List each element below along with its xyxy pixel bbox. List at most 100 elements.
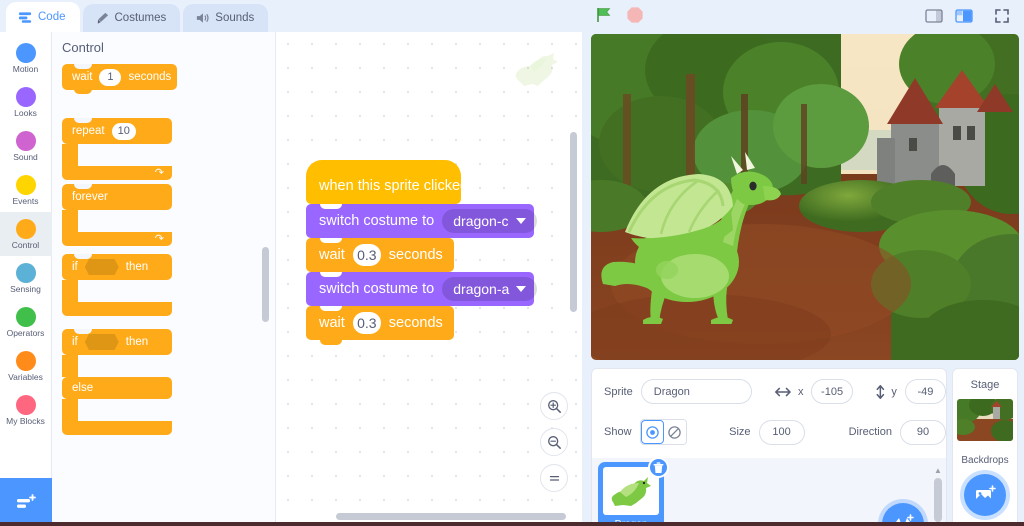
sprite-name-input[interactable]: Dragon: [640, 379, 753, 404]
stage-size-controls: [920, 3, 1016, 29]
scratch-editor: Code Costumes Sounds Motion Looks Sound …: [0, 0, 1024, 526]
sprite-card-dragon[interactable]: Dragon: [600, 457, 669, 526]
palette-title: Control: [62, 40, 104, 55]
if-c-arm: [62, 280, 78, 302]
category-my-blocks-label: My Blocks: [6, 415, 45, 426]
category-motion[interactable]: Motion: [0, 36, 52, 80]
canvas-vertical-scrollbar[interactable]: [570, 132, 577, 312]
tab-costumes-label: Costumes: [114, 12, 167, 24]
category-variables[interactable]: Variables: [0, 344, 52, 388]
category-events[interactable]: Events: [0, 168, 52, 212]
tab-costumes[interactable]: Costumes: [82, 4, 181, 32]
wait-value-1[interactable]: 0.3: [352, 244, 381, 266]
block-switch-costume-2[interactable]: switch costume to dragon-a: [306, 272, 538, 306]
scroll-up-arrow-icon[interactable]: ▲: [934, 466, 942, 475]
stage-selector[interactable]: Stage Backdrops: [952, 368, 1018, 526]
switch-costume-label: switch costume to: [319, 213, 435, 229]
stop-sign-icon[interactable]: [626, 6, 644, 24]
large-stage-icon: [955, 9, 973, 23]
palette-block-if-else[interactable]: if then else: [62, 329, 172, 435]
code-canvas[interactable]: when this sprite clicked switch costume …: [276, 32, 582, 526]
costume-dropdown-2[interactable]: dragon-a: [442, 277, 538, 301]
tab-sounds[interactable]: Sounds: [183, 4, 269, 32]
palette-block-if-then[interactable]: if then: [62, 254, 172, 316]
if-else-condition-slot[interactable]: [84, 334, 119, 350]
y-axis-icon: [876, 384, 884, 399]
sprite-list-scroll-thumb[interactable]: [934, 478, 942, 522]
brush-icon: [97, 12, 108, 24]
wait-seconds-2: seconds: [388, 315, 443, 331]
seconds-label: seconds: [128, 71, 172, 83]
then-label: then: [125, 336, 149, 348]
script-stack[interactable]: when this sprite clicked switch costume …: [306, 160, 538, 345]
small-stage-button[interactable]: [920, 3, 948, 29]
if-label: if: [72, 336, 78, 348]
dragon-sprite[interactable]: [595, 134, 795, 324]
control-color-dot: [15, 218, 36, 239]
direction-value-input[interactable]: 90: [899, 419, 946, 445]
if-condition-slot[interactable]: [84, 259, 119, 275]
else-row: else: [62, 377, 172, 399]
block-wait-2[interactable]: wait 0.3 seconds: [306, 306, 454, 345]
editor-tabs: Code Costumes Sounds: [6, 2, 271, 32]
zoom-reset-button[interactable]: [540, 464, 568, 492]
delete-sprite-button[interactable]: [648, 457, 669, 478]
category-my-blocks[interactable]: My Blocks: [0, 388, 52, 432]
wait-value-2[interactable]: 0.3: [352, 312, 381, 334]
tab-code[interactable]: Code: [6, 2, 80, 32]
my-blocks-color-dot: [15, 394, 36, 415]
small-stage-icon: [925, 9, 943, 23]
show-visible-button[interactable]: [640, 420, 664, 444]
x-label: x: [797, 385, 804, 398]
category-variables-label: Variables: [8, 371, 43, 382]
size-value-input[interactable]: 100: [758, 419, 805, 445]
wait-value-input[interactable]: 1: [99, 68, 122, 86]
zoom-in-icon: [547, 399, 561, 413]
category-motion-label: Motion: [12, 63, 39, 74]
block-palette[interactable]: Control wait 1 seconds repeat 10 ↷ forev…: [52, 32, 276, 526]
stage[interactable]: [591, 34, 1019, 360]
repeat-label: repeat: [72, 125, 105, 137]
category-sound[interactable]: Sound: [0, 124, 52, 168]
show-toggle-group: [639, 419, 688, 445]
block-when-sprite-clicked[interactable]: when this sprite clicked: [306, 160, 468, 204]
zoom-in-button[interactable]: [540, 392, 568, 420]
speaker-icon: [197, 13, 209, 23]
sprite-list-scrollbar[interactable]: ▲ ▼: [934, 466, 942, 526]
green-flag-icon[interactable]: [594, 5, 614, 25]
if-c-foot: [62, 302, 172, 316]
costume-value-2: dragon-a: [453, 281, 510, 297]
canvas-horizontal-scrollbar[interactable]: [336, 513, 566, 520]
add-extension-button[interactable]: [0, 478, 52, 526]
show-hidden-button[interactable]: [663, 420, 687, 444]
when-sprite-clicked-label: when this sprite clicked: [319, 178, 469, 194]
add-extension-icon: [17, 494, 36, 508]
palette-block-forever[interactable]: forever ↷: [62, 184, 172, 246]
eye-crossed-icon: [668, 425, 682, 439]
fullscreen-button[interactable]: [988, 3, 1016, 29]
repeat-value-input[interactable]: 10: [111, 122, 136, 140]
category-sensing[interactable]: Sensing: [0, 256, 52, 300]
block-wait-1[interactable]: wait 0.3 seconds: [306, 238, 454, 272]
forever-label: forever: [72, 191, 108, 203]
large-stage-button[interactable]: [950, 3, 978, 29]
add-backdrop-button[interactable]: [964, 474, 1006, 516]
forever-c-foot: ↷: [62, 232, 172, 246]
y-value-input[interactable]: -49: [904, 379, 946, 404]
else-label: else: [72, 382, 94, 394]
block-switch-costume-1[interactable]: switch costume to dragon-c: [306, 204, 537, 238]
palette-scrollbar[interactable]: [262, 247, 269, 322]
palette-block-wait[interactable]: wait 1 seconds: [62, 64, 177, 94]
costume-dropdown-1[interactable]: dragon-c: [442, 209, 537, 233]
palette-block-repeat[interactable]: repeat 10 ↷: [62, 118, 172, 180]
category-sensing-label: Sensing: [10, 283, 41, 294]
x-value-input[interactable]: -105: [811, 379, 853, 404]
stage-thumbnail: [957, 399, 1013, 441]
category-looks[interactable]: Looks: [0, 80, 52, 124]
category-control[interactable]: Control: [0, 212, 52, 256]
size-label: Size: [729, 426, 751, 438]
category-operators[interactable]: Operators: [0, 300, 52, 344]
looks-color-dot: [15, 86, 36, 107]
stage-area: Sprite Dragon x -105 y -49 Show Size 100…: [586, 32, 1024, 526]
zoom-out-button[interactable]: [540, 428, 568, 456]
